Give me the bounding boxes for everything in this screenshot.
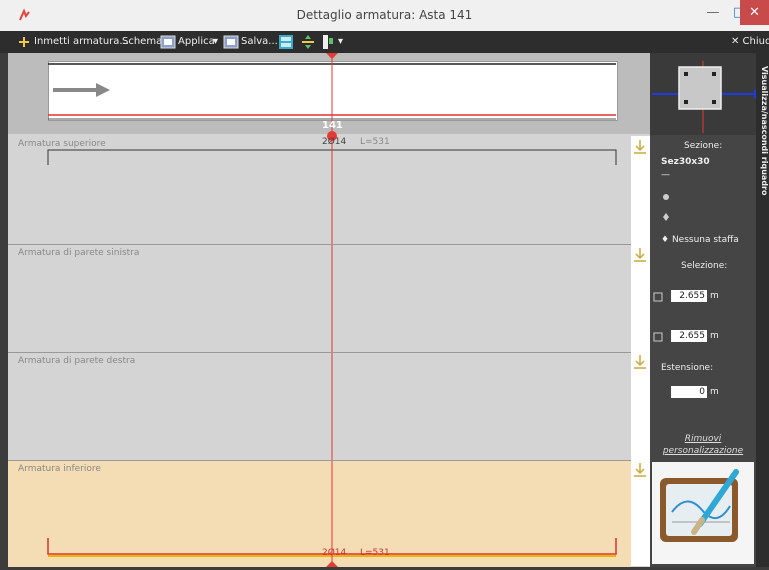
grid-icon[interactable] bbox=[278, 34, 294, 50]
column-dropdown[interactable]: ▾ bbox=[338, 36, 343, 47]
calendar-icon bbox=[653, 292, 663, 302]
superiore-bars-text: 2Ø14 bbox=[322, 137, 347, 147]
inferiore-drawing bbox=[47, 461, 617, 567]
salva-button[interactable]: Salva... bbox=[241, 36, 278, 47]
rimuovi-personalizzazione-link[interactable]: Rimuovi personalizzazione bbox=[654, 433, 752, 457]
section-superiore-label: Armatura superiore bbox=[18, 139, 106, 149]
section-divider bbox=[8, 352, 631, 353]
brush-icon bbox=[660, 469, 739, 542]
download-icon[interactable] bbox=[633, 462, 647, 478]
sidebar-toggle-label: Visualizza/nascondi riquadro bbox=[760, 66, 769, 196]
diamond-icon bbox=[663, 213, 669, 221]
split-icon[interactable] bbox=[300, 34, 316, 50]
close-button[interactable]: ✕ bbox=[740, 0, 769, 25]
section-sinistra-label: Armatura di parete sinistra bbox=[18, 248, 140, 258]
insert-icon[interactable] bbox=[16, 34, 32, 50]
selection-end-input[interactable]: 2.655 bbox=[671, 330, 707, 342]
download-icon[interactable] bbox=[633, 139, 647, 155]
window-title: Dettaglio armatura: Asta 141 bbox=[296, 8, 473, 22]
selezione-title: Selezione: bbox=[681, 261, 728, 271]
estensione-input[interactable]: 0 bbox=[671, 386, 707, 398]
estensione-title: Estensione: bbox=[661, 363, 714, 373]
bar-number: 141 bbox=[322, 120, 343, 131]
gear-icon bbox=[663, 194, 669, 200]
chiudi-button[interactable]: ✕ Chiudi bbox=[731, 36, 769, 47]
sezione-value: Sez30x30 bbox=[661, 157, 710, 167]
calendar-icon bbox=[653, 332, 663, 342]
estensione-unit: m bbox=[710, 387, 719, 397]
sezione-dash: — bbox=[661, 170, 670, 180]
section-destra-label: Armatura di parete destra bbox=[18, 356, 136, 366]
superiore-length-text: L=531 bbox=[360, 137, 390, 147]
selection-end-unit: m bbox=[710, 331, 719, 341]
staffe-text: ♦ Nessuna staffa bbox=[661, 235, 739, 245]
applica-icon[interactable] bbox=[160, 34, 176, 50]
selection-axis-top-marker bbox=[326, 53, 338, 59]
section-actions-column bbox=[631, 136, 650, 566]
applica-dropdown[interactable]: ▾ bbox=[213, 36, 218, 47]
sezione-title: Sezione: bbox=[684, 141, 723, 151]
insert-armatura-button[interactable]: Inmetti armatura... bbox=[34, 36, 129, 47]
selection-axis-bottom-marker bbox=[326, 561, 338, 567]
download-icon[interactable] bbox=[633, 247, 647, 263]
download-icon[interactable] bbox=[633, 354, 647, 370]
selection-start-unit: m bbox=[710, 291, 719, 301]
section-divider bbox=[8, 244, 631, 245]
section-icon bbox=[652, 61, 756, 133]
selection-start-input[interactable]: 2.655 bbox=[671, 290, 707, 302]
applica-button[interactable]: Applica bbox=[178, 36, 215, 47]
brush-illustration bbox=[652, 462, 754, 564]
staffe-label: Nessuna staffa bbox=[671, 235, 739, 245]
schema-button[interactable]: Schema bbox=[122, 36, 162, 47]
salva-icon[interactable] bbox=[223, 34, 239, 50]
direction-arrow-head bbox=[96, 83, 110, 97]
column-icon[interactable] bbox=[320, 34, 336, 50]
staffe-bullet-icon: ♦ bbox=[661, 235, 672, 245]
